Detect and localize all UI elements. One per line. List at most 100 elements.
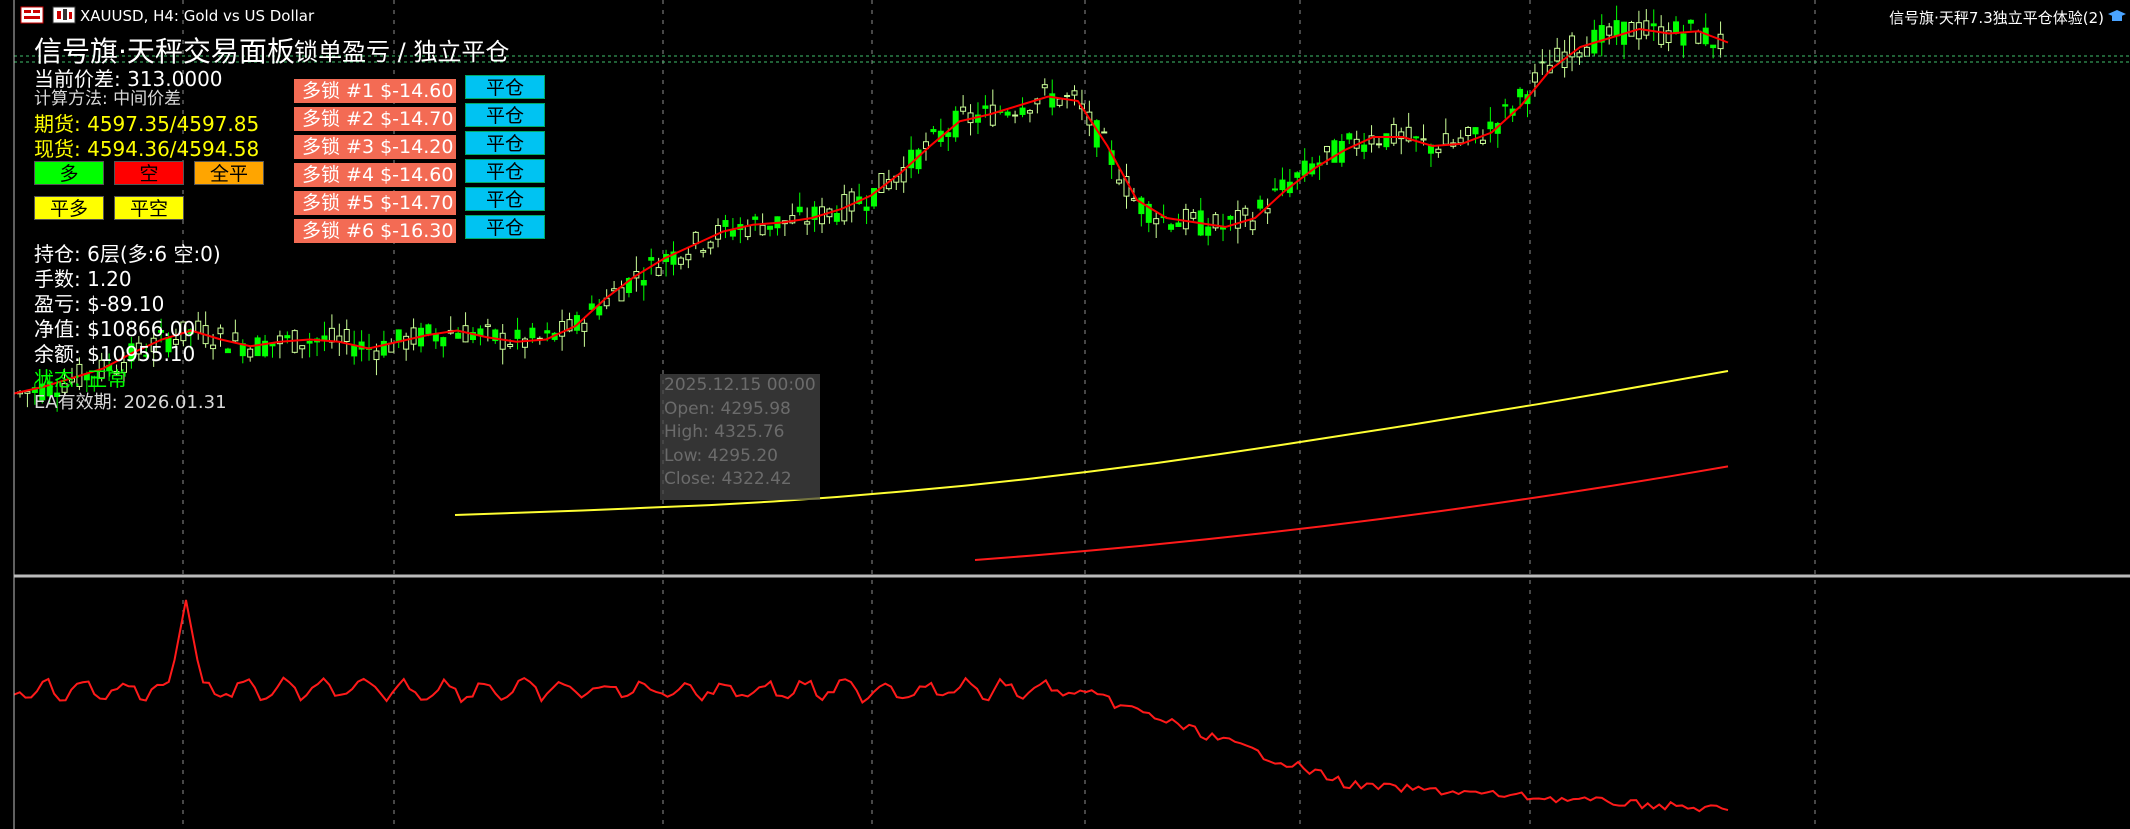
- candle-body: [1413, 136, 1420, 139]
- candle-body: [596, 306, 603, 316]
- candle-body: [1071, 90, 1078, 96]
- tooltip-low: Low: 4295.20: [664, 445, 778, 466]
- candle-body: [1041, 84, 1048, 89]
- candle-body: [1702, 27, 1709, 45]
- close-all-button[interactable]: 全平: [194, 161, 264, 185]
- candle-body: [217, 327, 224, 335]
- candle-body: [1383, 133, 1390, 148]
- candle-body: [1168, 224, 1175, 230]
- candle-body: [232, 332, 239, 342]
- close-buy-button[interactable]: 平多: [34, 196, 104, 220]
- candle-body: [1680, 33, 1687, 46]
- candle-body: [1301, 160, 1308, 176]
- lock-row-3: 多锁 #3 $-14.20: [294, 135, 456, 159]
- candle-body: [1116, 179, 1123, 184]
- candle-body: [224, 348, 231, 354]
- candle-body: [1182, 208, 1189, 230]
- candle-body: [1673, 21, 1680, 34]
- candle-body: [685, 253, 692, 261]
- candle-body: [507, 343, 514, 348]
- ea-robot-icon[interactable]: [52, 6, 76, 24]
- candle-body: [1435, 148, 1442, 154]
- lock-close-button-2[interactable]: 平仓: [465, 103, 545, 127]
- expiry-text: EA有效期: 2026.01.31: [34, 392, 227, 413]
- candle-body: [455, 332, 462, 339]
- lock-close-button-6[interactable]: 平仓: [465, 215, 545, 239]
- lock-row-5: 多锁 #5 $-14.70: [294, 191, 456, 215]
- candle-body: [1331, 140, 1338, 163]
- candle-body: [1227, 215, 1234, 220]
- candle-body: [707, 241, 714, 249]
- chart-window-icon[interactable]: [20, 6, 44, 24]
- candle-body: [1064, 95, 1071, 98]
- candle-body: [677, 257, 684, 265]
- candle-body: [1056, 98, 1063, 106]
- candle-body: [269, 343, 276, 347]
- candle-body: [403, 335, 410, 350]
- candle-body: [432, 334, 439, 342]
- lock-row-4: 多锁 #4 $-14.60: [294, 163, 456, 187]
- oscillator-line: [13, 599, 1729, 813]
- candle-body: [1687, 19, 1694, 24]
- candle-body: [692, 231, 699, 245]
- ma-slow-red-line: [974, 465, 1729, 561]
- candle-body: [1531, 72, 1538, 83]
- candle-body: [1272, 188, 1279, 191]
- candle-body: [581, 322, 588, 332]
- candle-body: [1249, 220, 1256, 231]
- lock-close-button-4[interactable]: 平仓: [465, 159, 545, 183]
- candle-body: [1650, 23, 1657, 27]
- symbol-title: XAUUSD, H4: Gold vs US Dollar: [80, 7, 315, 25]
- candle-body: [1234, 210, 1241, 229]
- candle-body: [1257, 199, 1264, 209]
- candle-body: [767, 225, 774, 230]
- candle-body: [1294, 172, 1301, 178]
- candle-body: [1019, 107, 1026, 115]
- candle-body: [284, 335, 291, 339]
- candle-body: [351, 345, 358, 357]
- close-sell-button[interactable]: 平空: [114, 196, 184, 220]
- candle-tooltip: 2025.12.15 00:00 Open: 4295.98 High: 432…: [660, 374, 820, 500]
- candle-body: [1635, 22, 1642, 40]
- candle-body: [618, 287, 625, 302]
- candle-body: [833, 212, 840, 222]
- candle-body: [1442, 133, 1449, 145]
- candle-body: [484, 324, 491, 328]
- candle-body: [514, 329, 521, 339]
- candle-body: [1205, 226, 1212, 236]
- ma-fast-line: [13, 27, 1729, 395]
- lock-row-1: 多锁 #1 $-14.60: [294, 79, 456, 103]
- candle-body: [1517, 88, 1524, 98]
- candle-body: [1502, 104, 1509, 107]
- candle-body: [1465, 127, 1472, 137]
- candle-body: [1375, 143, 1382, 146]
- candle-body: [989, 104, 996, 126]
- candle-body: [655, 267, 662, 276]
- candle-body: [247, 348, 254, 358]
- lock-close-button-1[interactable]: 平仓: [465, 75, 545, 99]
- candle-body: [306, 340, 313, 344]
- candle-body: [848, 191, 855, 212]
- candle-body: [24, 391, 31, 394]
- candle-body: [1583, 46, 1590, 57]
- candle-body: [648, 257, 655, 261]
- candle-body: [1012, 114, 1019, 117]
- candle-body: [1049, 93, 1056, 108]
- candle-body: [373, 350, 380, 361]
- candle-body: [982, 105, 989, 109]
- candle-body: [195, 320, 202, 333]
- graduation-cap-icon: [2108, 8, 2126, 24]
- sell-button[interactable]: 空: [114, 161, 184, 185]
- lock-close-button-3[interactable]: 平仓: [465, 131, 545, 155]
- candle-body: [1346, 133, 1353, 140]
- tooltip-close: Close: 4322.42: [664, 469, 792, 489]
- calc-method: 计算方法: 中间价差: [34, 89, 182, 109]
- candle-body: [744, 225, 751, 238]
- candle-body: [299, 345, 306, 350]
- lock-close-button-5[interactable]: 平仓: [465, 187, 545, 211]
- buy-button[interactable]: 多: [34, 161, 104, 185]
- candle-body: [1361, 144, 1368, 152]
- candle-body: [210, 344, 217, 350]
- candle-body: [425, 324, 432, 335]
- lock-row-6: 多锁 #6 $-16.30: [294, 219, 456, 243]
